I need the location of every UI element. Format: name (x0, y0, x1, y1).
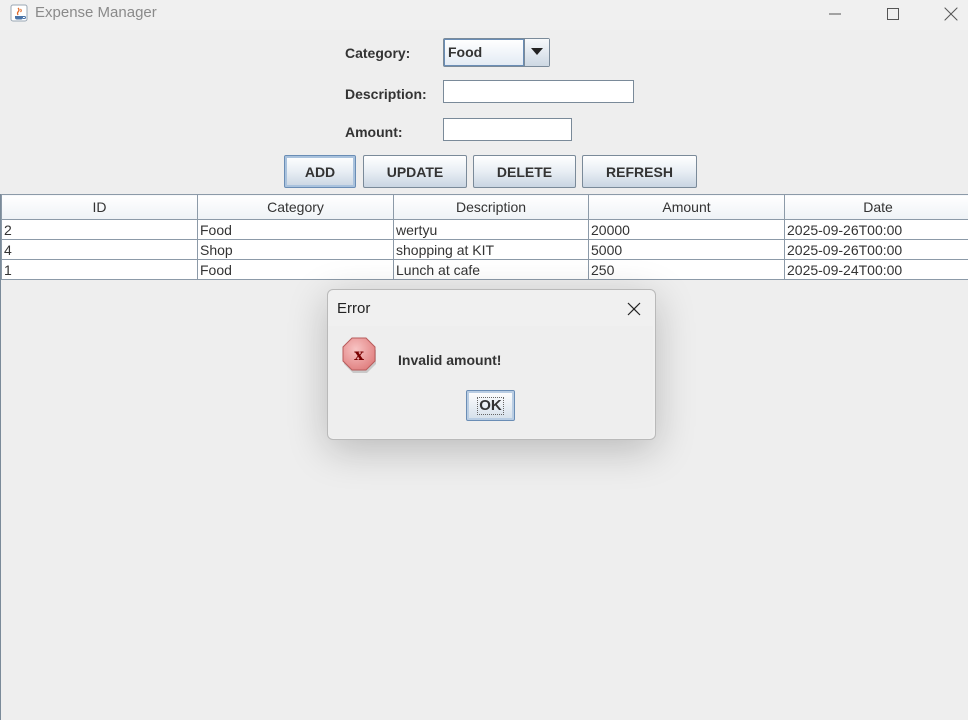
description-field[interactable] (443, 80, 634, 103)
table-row[interactable]: 4 Shop shopping at KIT 5000 2025-09-26T0… (1, 239, 968, 260)
category-selected-value: Food (444, 39, 524, 66)
add-button[interactable]: ADD (284, 155, 356, 188)
cell-amount[interactable]: 20000 (588, 219, 785, 240)
column-header-description[interactable]: Description (393, 194, 589, 220)
maximize-button[interactable] (870, 0, 916, 28)
java-app-icon (10, 4, 28, 22)
dialog-title: Error (337, 300, 371, 317)
cell-category[interactable]: Food (197, 219, 394, 240)
dialog-message: Invalid amount! (398, 352, 502, 368)
cell-category[interactable]: Shop (197, 239, 394, 260)
svg-text:x: x (354, 345, 364, 364)
ok-button-label: OK (477, 396, 504, 415)
dialog-body: x Invalid amount! OK (328, 326, 653, 438)
dialog-close-button[interactable] (623, 298, 645, 320)
window-title: Expense Manager (35, 4, 157, 21)
cell-description[interactable]: Lunch at cafe (393, 259, 589, 280)
category-dropdown-button[interactable] (524, 39, 549, 66)
amount-field[interactable] (443, 118, 572, 141)
ok-button[interactable]: OK (466, 390, 515, 421)
minimize-button[interactable] (812, 0, 858, 28)
column-header-id[interactable]: ID (1, 194, 198, 220)
chevron-down-icon (531, 48, 543, 55)
cell-amount[interactable]: 250 (588, 259, 785, 280)
window-close-button[interactable] (928, 0, 968, 28)
cell-id[interactable]: 2 (1, 219, 198, 240)
maximize-icon (887, 8, 899, 20)
description-label: Description: (345, 86, 427, 102)
error-dialog[interactable]: Error x Invalid amount! OK (327, 289, 656, 440)
amount-label: Amount: (345, 124, 403, 140)
cell-id[interactable]: 1 (1, 259, 198, 280)
error-icon: x (341, 336, 377, 379)
table-row[interactable]: 1 Food Lunch at cafe 250 2025-09-24T00:0… (1, 259, 968, 280)
category-combobox[interactable]: Food (443, 38, 550, 67)
table-row[interactable]: 2 Food wertyu 20000 2025-09-26T00:00 (1, 219, 968, 240)
update-button[interactable]: UPDATE (363, 155, 467, 188)
cell-amount[interactable]: 5000 (588, 239, 785, 260)
cell-id[interactable]: 4 (1, 239, 198, 260)
column-header-category[interactable]: Category (197, 194, 394, 220)
column-header-amount[interactable]: Amount (588, 194, 785, 220)
close-icon (944, 7, 958, 21)
expense-table-scrollpane[interactable]: ID Category Description Amount Date 2 Fo… (0, 194, 968, 720)
category-label: Category: (345, 45, 411, 61)
close-icon (627, 302, 641, 316)
cell-category[interactable]: Food (197, 259, 394, 280)
window-titlebar: Expense Manager (0, 0, 968, 30)
cell-date[interactable]: 2025-09-26T00:00 (784, 239, 968, 260)
delete-button[interactable]: DELETE (473, 155, 576, 188)
table-header-row: ID Category Description Amount Date (1, 194, 968, 220)
column-header-date[interactable]: Date (784, 194, 968, 220)
refresh-button[interactable]: REFRESH (582, 155, 697, 188)
cell-date[interactable]: 2025-09-26T00:00 (784, 219, 968, 240)
cell-date[interactable]: 2025-09-24T00:00 (784, 259, 968, 280)
expense-table: ID Category Description Amount Date 2 Fo… (1, 194, 968, 280)
minimize-icon (829, 13, 841, 15)
cell-description[interactable]: shopping at KIT (393, 239, 589, 260)
cell-description[interactable]: wertyu (393, 219, 589, 240)
